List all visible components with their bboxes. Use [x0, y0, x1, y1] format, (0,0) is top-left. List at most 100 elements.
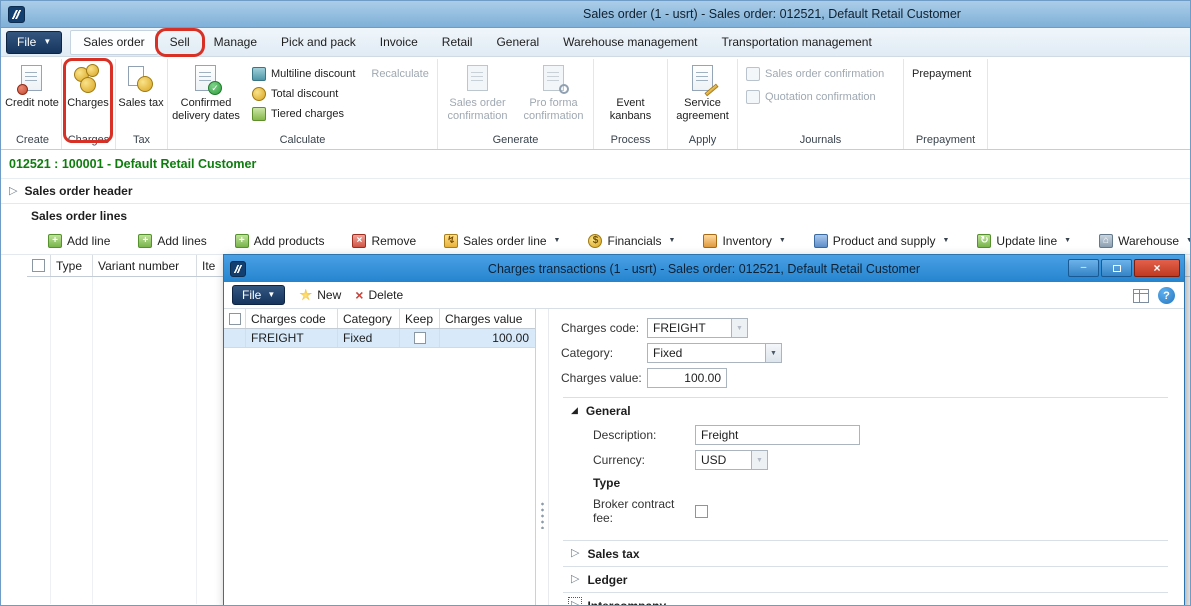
- maximize-button[interactable]: [1101, 259, 1132, 277]
- splitter-handle-icon: [541, 501, 544, 529]
- column-header-charges-value[interactable]: Charges value: [440, 309, 534, 328]
- service-agreement-button[interactable]: Service agreement: [671, 61, 735, 122]
- tab-general[interactable]: General: [484, 30, 551, 55]
- column-header-category[interactable]: Category: [338, 309, 400, 328]
- event-kanbans-button[interactable]: Event kanbans: [599, 61, 663, 122]
- add-products-button[interactable]: + Add products: [226, 232, 334, 250]
- add-line-button[interactable]: + Add line: [39, 232, 119, 250]
- field-value: FREIGHT: [653, 321, 706, 335]
- cell-charges-code[interactable]: FREIGHT: [246, 329, 338, 347]
- update-line-menu[interactable]: ↻ Update line ▼: [968, 232, 1080, 250]
- tiered-charges-button[interactable]: Tiered charges: [252, 106, 429, 122]
- add-lines-button[interactable]: + Add lines: [129, 232, 215, 250]
- new-label: New: [317, 288, 341, 302]
- charges-value-input[interactable]: 100.00: [647, 368, 727, 388]
- charges-detail-panel: Charges code: FREIGHT ▼ Category: Fixed …: [549, 309, 1184, 606]
- layout-icon[interactable]: [1133, 289, 1149, 303]
- charges-code-input[interactable]: FREIGHT: [647, 318, 731, 338]
- currency-combo[interactable]: USD ▼: [695, 450, 768, 470]
- minimize-icon: –: [1081, 263, 1087, 273]
- prepayment-button[interactable]: Prepayment: [912, 66, 971, 82]
- expander-open-icon[interactable]: ◢: [571, 406, 578, 415]
- sales-order-header-label: Sales order header: [24, 184, 132, 198]
- product-and-supply-menu[interactable]: Product and supply ▼: [805, 232, 959, 250]
- fasttab-general-label: General: [586, 404, 631, 418]
- currency-input[interactable]: USD: [695, 450, 751, 470]
- column-label: Type: [56, 259, 82, 273]
- sales-tax-button[interactable]: Sales tax: [116, 61, 166, 110]
- tab-transportation-management[interactable]: Transportation management: [709, 30, 883, 55]
- tab-manage[interactable]: Manage: [202, 30, 269, 55]
- select-all-checkbox[interactable]: [32, 259, 45, 272]
- ribbon-group-apply: Service agreement Apply: [668, 59, 738, 149]
- expander-icon[interactable]: ▷: [9, 186, 17, 197]
- charges-grid-row[interactable]: FREIGHT Fixed 100.00: [224, 329, 535, 348]
- warehouse-menu[interactable]: ⌂ Warehouse ▼: [1090, 232, 1191, 250]
- credit-note-button[interactable]: Credit note: [4, 61, 60, 110]
- remove-button[interactable]: × Remove: [343, 232, 425, 250]
- financials-icon: $: [588, 234, 602, 248]
- minimize-button[interactable]: –: [1068, 259, 1099, 277]
- expander-icon[interactable]: ▷: [571, 600, 579, 606]
- column-header-keep[interactable]: Keep: [400, 309, 440, 328]
- total-discount-button[interactable]: Total discount: [252, 86, 429, 102]
- file-menu-button[interactable]: File ▼: [6, 31, 62, 54]
- charges-code-combo[interactable]: FREIGHT ▼: [647, 318, 748, 338]
- tab-sales-order[interactable]: Sales order: [70, 30, 157, 55]
- multiline-discount-button[interactable]: Multiline discount: [252, 66, 355, 82]
- broker-contract-fee-checkbox[interactable]: [695, 505, 708, 518]
- recalculate-label: Recalculate: [371, 68, 428, 80]
- expander-icon[interactable]: ▷: [571, 548, 579, 559]
- description-input[interactable]: Freight: [695, 425, 860, 445]
- expander-icon[interactable]: ▷: [571, 574, 579, 585]
- fasttab-sales-tax-header[interactable]: ▷ Sales tax: [563, 541, 1168, 566]
- sales-order-line-menu[interactable]: ↯ Sales order line ▼: [435, 232, 569, 250]
- sales-order-header-section[interactable]: ▷ Sales order header: [1, 179, 1190, 204]
- ribbon-group-charges: Charges Charges: [62, 59, 116, 149]
- inventory-menu[interactable]: Inventory ▼: [694, 232, 794, 250]
- update-line-label: Update line: [996, 234, 1057, 248]
- group-label-tax: Tax: [116, 134, 167, 146]
- fasttab-intercompany-header[interactable]: ▷ Intercompany: [563, 593, 1168, 606]
- tab-warehouse-management[interactable]: Warehouse management: [551, 30, 709, 55]
- prepayment-label: Prepayment: [912, 68, 971, 80]
- fasttab-ledger-header[interactable]: ▷ Ledger: [563, 567, 1168, 592]
- tab-pick-and-pack[interactable]: Pick and pack: [269, 30, 368, 55]
- keep-checkbox[interactable]: [414, 332, 426, 344]
- confirmed-delivery-dates-button[interactable]: ✓ Confirmed delivery dates: [168, 61, 244, 122]
- currency-field-label: Currency:: [593, 453, 695, 467]
- tab-sell[interactable]: Sell: [158, 30, 202, 55]
- help-icon[interactable]: ?: [1158, 287, 1175, 304]
- category-value[interactable]: Fixed: [647, 343, 765, 363]
- tab-label: Pick and pack: [281, 35, 356, 49]
- fasttab-sales-tax: ▷ Sales tax: [563, 540, 1168, 566]
- total-discount-label: Total discount: [271, 88, 338, 100]
- dialog-titlebar[interactable]: Charges transactions (1 - usrt) - Sales …: [224, 255, 1184, 282]
- delete-button[interactable]: × Delete: [355, 288, 403, 302]
- fasttab-general-header[interactable]: ◢ General: [563, 398, 1168, 423]
- dialog-file-menu-button[interactable]: File ▼: [232, 285, 285, 305]
- column-header-variant-number[interactable]: Variant number: [93, 255, 197, 276]
- category-select[interactable]: Fixed ▼: [647, 343, 782, 363]
- financials-menu[interactable]: $ Financials ▼: [579, 232, 684, 250]
- journal-quotation-confirmation-icon: [746, 90, 760, 104]
- multiline-discount-label: Multiline discount: [271, 68, 355, 80]
- splitter[interactable]: [536, 309, 549, 606]
- new-button[interactable]: New: [299, 288, 341, 302]
- chevron-down-icon: ▼: [669, 237, 676, 244]
- column-header-type[interactable]: Type: [51, 255, 93, 276]
- lines-toolbar: + Add line + Add lines + Add products × …: [1, 227, 1190, 255]
- charges-button[interactable]: Charges: [62, 61, 114, 110]
- group-label-charges: Charges: [62, 134, 115, 146]
- close-button[interactable]: ×: [1134, 259, 1180, 277]
- tab-invoice[interactable]: Invoice: [368, 30, 430, 55]
- cell-charges-value[interactable]: 100.00: [440, 329, 534, 347]
- row-selector[interactable]: [224, 329, 246, 347]
- cell-category[interactable]: Fixed: [338, 329, 400, 347]
- new-icon: [299, 289, 312, 302]
- select-all-checkbox[interactable]: [229, 313, 241, 325]
- tab-retail[interactable]: Retail: [430, 30, 485, 55]
- add-products-label: Add products: [254, 234, 325, 248]
- chevron-down-icon[interactable]: ▼: [765, 343, 782, 363]
- column-header-charges-code[interactable]: Charges code: [246, 309, 338, 328]
